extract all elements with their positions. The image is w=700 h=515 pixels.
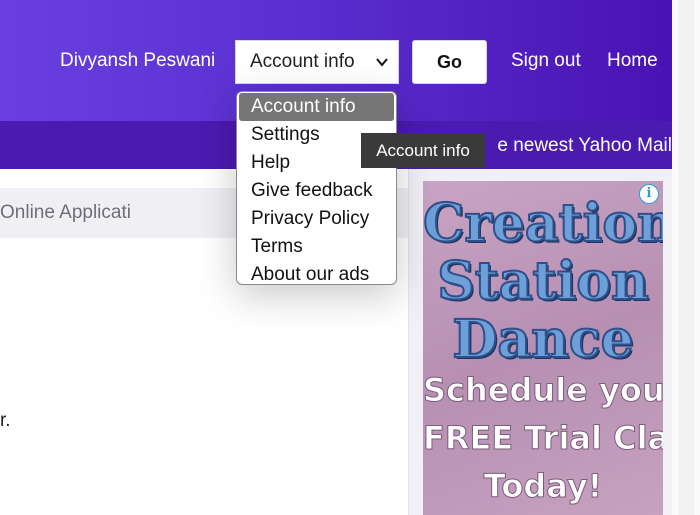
- content-text-fragment: r.: [0, 410, 11, 431]
- sign-out-link[interactable]: Sign out: [511, 50, 581, 72]
- menu-item-terms[interactable]: Terms: [237, 233, 396, 261]
- menu-item-account-info[interactable]: Account info: [239, 93, 394, 121]
- ad-title-line: Station: [436, 250, 650, 313]
- user-name: Divyansh Peswani: [60, 50, 216, 71]
- tooltip: Account info: [361, 133, 485, 168]
- scrollbar-thumb[interactable]: [678, 0, 694, 515]
- menu-item-privacy-policy[interactable]: Privacy Policy: [237, 205, 396, 233]
- advertisement[interactable]: i Creation Station Dance Schedule your F…: [423, 181, 663, 515]
- yahoo-mail-promo-link[interactable]: e newest Yahoo Mail: [497, 135, 672, 157]
- ad-sub-line: Schedule your: [423, 371, 663, 410]
- go-button[interactable]: Go: [412, 40, 487, 84]
- account-select-value: Account info: [250, 51, 355, 72]
- home-link[interactable]: Home: [607, 50, 658, 72]
- scrollbar[interactable]: [672, 0, 700, 515]
- ad-title-line: Creation: [423, 192, 663, 255]
- menu-item-give-feedback[interactable]: Give feedback: [237, 177, 396, 205]
- ad-sub-line: FREE Trial Class: [423, 419, 663, 458]
- ad-sub-line: Today!: [483, 467, 603, 506]
- account-select[interactable]: Account info: [235, 40, 399, 84]
- chevron-down-icon: [376, 58, 388, 67]
- ad-title-line: Dance: [451, 308, 634, 371]
- account-dropdown-menu: Account info Settings Help Give feedback…: [236, 91, 397, 285]
- content-gray-box-text: Online Applicati: [0, 202, 131, 223]
- menu-item-about-our-ads[interactable]: About our ads: [237, 261, 396, 289]
